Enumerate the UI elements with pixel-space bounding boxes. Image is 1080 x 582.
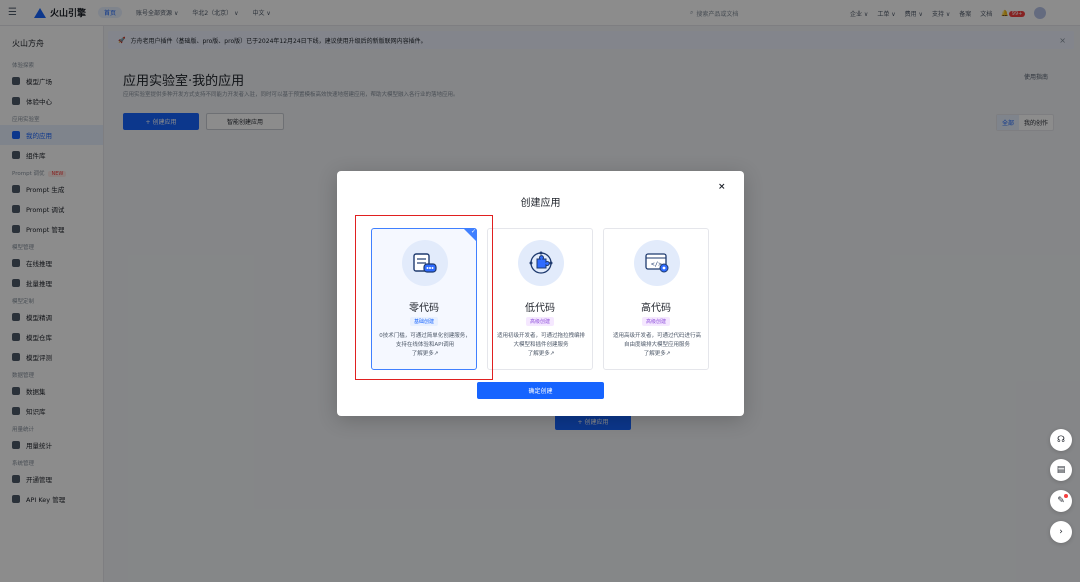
headset-icon[interactable]: ☊ (1050, 429, 1072, 451)
learn-more-link[interactable]: 了解更多↗ (528, 351, 555, 357)
card-description: 适用高级开发者，可通过代码进行高自由度编排大模型应用服务 了解更多↗ (611, 332, 703, 359)
create-app-modal: 创建应用 × ✓ 零代码 基础创建 0技术门槛，可通过简单化创建服务，支持在线体… (337, 171, 744, 416)
card-label: 零代码 (409, 303, 439, 314)
card-label: 低代码 (525, 303, 555, 314)
book-icon[interactable]: ▤ (1050, 459, 1072, 481)
card-desc-text: 适用初级开发者，可通过拖拉拽编排大模型和插件创建服务 (496, 333, 585, 348)
learn-more-link[interactable]: 了解更多↗ (644, 351, 671, 357)
card-label: 高代码 (641, 303, 671, 314)
card-tag: 基础创建 (409, 317, 439, 326)
learn-more-link[interactable]: 了解更多↗ (412, 351, 439, 357)
card-tag: 高级创建 (641, 317, 671, 326)
option-card-high-code[interactable]: </> 高代码 高级创建 适用高级开发者，可通过代码进行高自由度编排大模型应用服… (603, 228, 709, 370)
puzzle-icon (518, 240, 564, 286)
check-icon: ✓ (463, 228, 477, 242)
card-desc-text: 适用高级开发者，可通过代码进行高自由度编排大模型应用服务 (612, 333, 701, 348)
code-window-icon: </> (634, 240, 680, 286)
notification-dot (1064, 494, 1068, 498)
close-icon[interactable]: × (718, 182, 726, 192)
card-desc-text: 0技术门槛，可通过简单化创建服务，支持在线体验和API调用 (379, 333, 471, 348)
confirm-create-button[interactable]: 确定创建 (477, 382, 604, 399)
option-card-low-code[interactable]: 低代码 高级创建 适用初级开发者，可通过拖拉拽编排大模型和插件创建服务 了解更多… (487, 228, 593, 370)
card-description: 0技术门槛，可通过简单化创建服务，支持在线体验和API调用 了解更多↗ (379, 332, 471, 359)
option-card-zero-code[interactable]: ✓ 零代码 基础创建 0技术门槛，可通过简单化创建服务，支持在线体验和API调用… (371, 228, 477, 370)
feedback-icon[interactable]: ✎ (1050, 490, 1072, 512)
card-description: 适用初级开发者，可通过拖拉拽编排大模型和插件创建服务 了解更多↗ (495, 332, 587, 359)
chat-document-icon (402, 240, 448, 286)
modal-title: 创建应用 (520, 198, 561, 209)
card-tag: 高级创建 (525, 317, 555, 326)
arrow-right-icon[interactable]: › (1050, 521, 1072, 543)
